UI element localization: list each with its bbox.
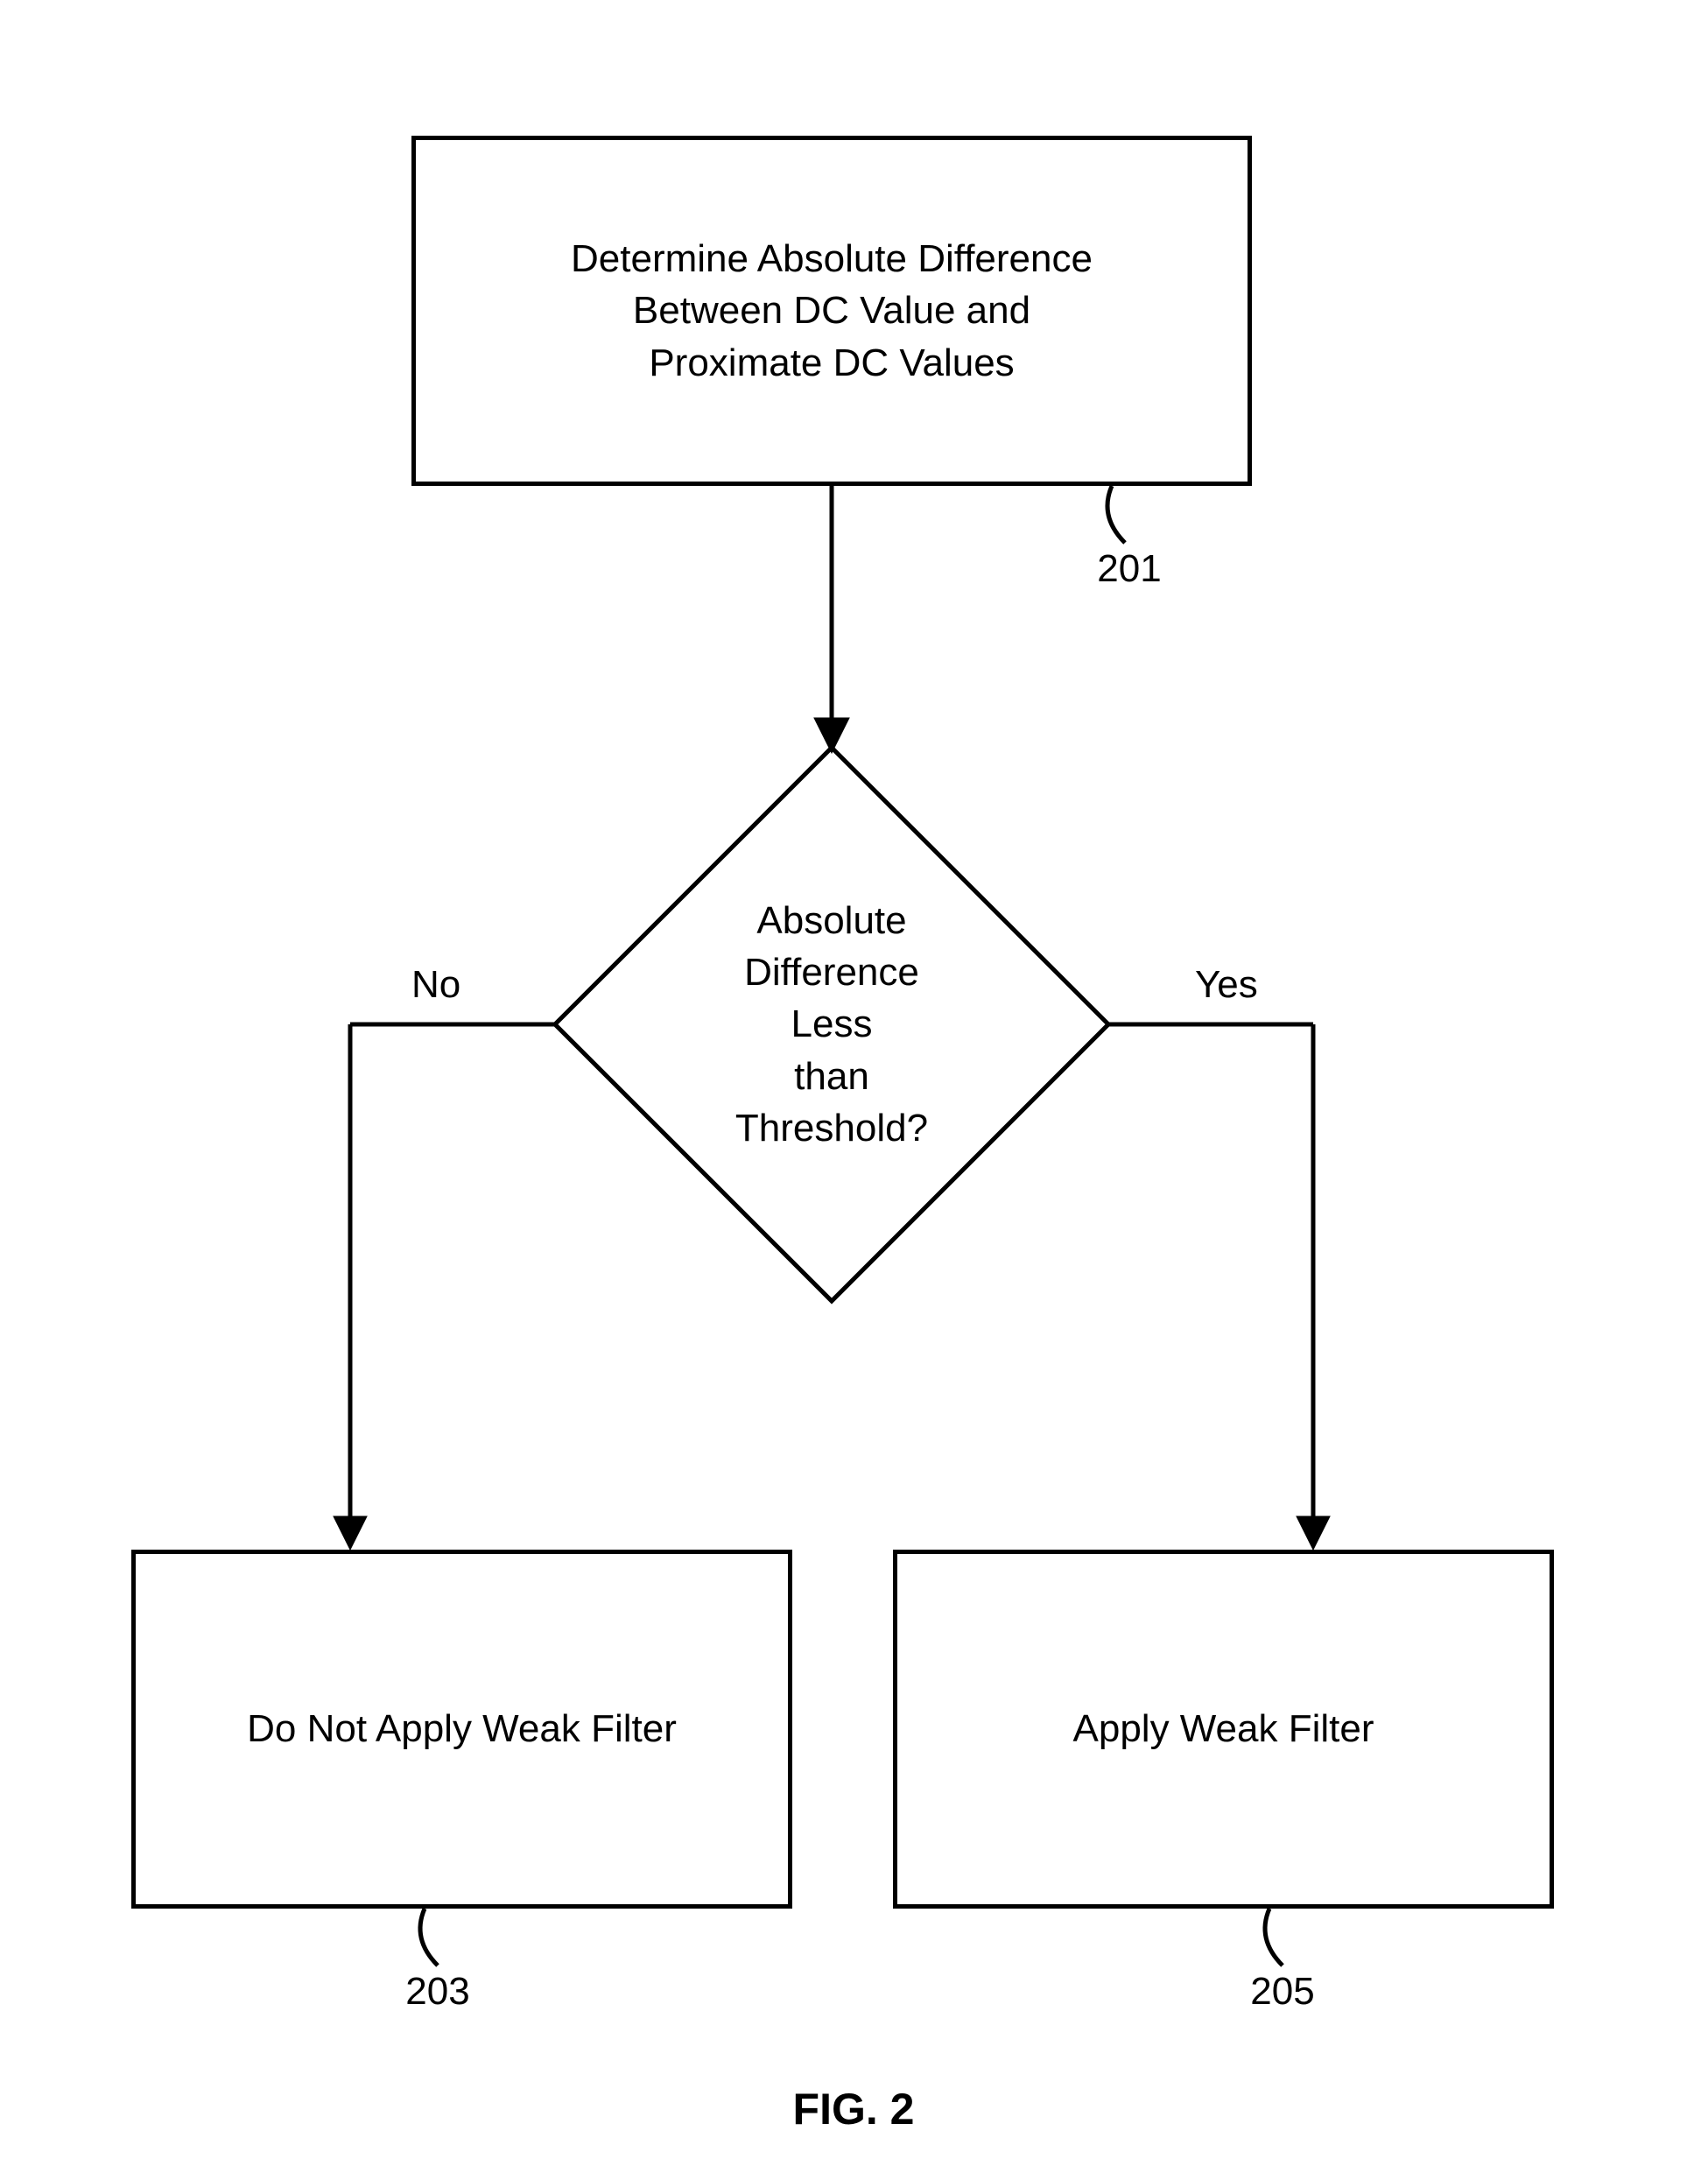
process-box-apply: Apply Weak Filter xyxy=(893,1550,1554,1909)
process-box-do-not-apply: Do Not Apply Weak Filter xyxy=(131,1550,792,1909)
figure-caption: FIG. 2 xyxy=(766,2084,941,2134)
branch-label-no: No xyxy=(411,963,460,1007)
decision-diamond-text: AbsoluteDifferenceLessthanThreshold? xyxy=(552,744,1112,1304)
process-box-text: Determine Absolute DifferenceBetween DC … xyxy=(571,233,1093,389)
flowchart-canvas: Determine Absolute DifferenceBetween DC … xyxy=(0,0,1708,2180)
reference-number-205: 205 xyxy=(1243,1970,1322,2014)
process-box-text: Apply Weak Filter xyxy=(1073,1703,1374,1755)
reference-number-201: 201 xyxy=(1090,547,1169,591)
reference-number-203: 203 xyxy=(398,1970,477,2014)
decision-diamond-threshold: AbsoluteDifferenceLessthanThreshold? xyxy=(552,744,1112,1304)
branch-label-yes: Yes xyxy=(1195,963,1258,1007)
process-box-text: Do Not Apply Weak Filter xyxy=(247,1703,677,1755)
process-box-determine-difference: Determine Absolute DifferenceBetween DC … xyxy=(411,136,1252,486)
